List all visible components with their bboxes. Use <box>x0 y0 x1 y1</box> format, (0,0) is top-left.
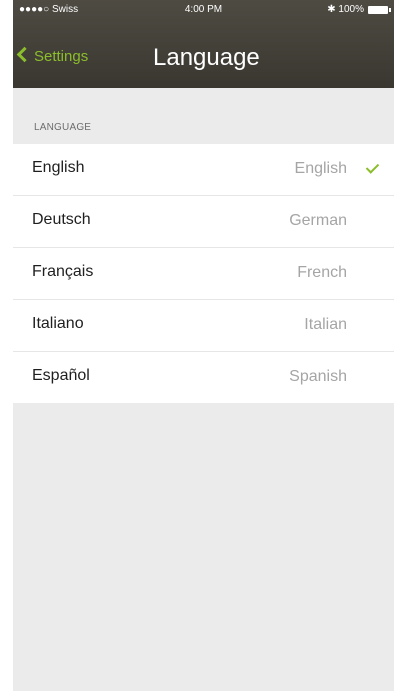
navigation-bar: ●●●●○ Swiss 4:00 PM ✱ 100% Settings Lang… <box>13 0 394 88</box>
language-native-name: Français <box>32 263 94 280</box>
language-english-name: German <box>289 212 347 229</box>
language-row-english[interactable]: English English <box>13 144 394 196</box>
page-title: Language <box>153 44 260 71</box>
language-row-italian[interactable]: Italiano Italian <box>13 300 394 352</box>
language-english-name: English <box>294 160 347 177</box>
status-bar: ●●●●○ Swiss 4:00 PM ✱ 100% <box>13 0 394 20</box>
chevron-left-icon <box>16 46 33 63</box>
language-english-name: Italian <box>304 316 347 333</box>
battery-percentage: ✱ 100% <box>327 4 364 15</box>
phone-screen: ●●●●○ Swiss 4:00 PM ✱ 100% Settings Lang… <box>13 0 394 691</box>
language-native-name: English <box>32 159 85 176</box>
language-native-name: Italiano <box>32 315 84 332</box>
back-button-label: Settings <box>34 48 89 65</box>
language-list: English English Deutsch German Français … <box>13 144 394 403</box>
language-english-name: Spanish <box>289 368 347 385</box>
language-native-name: Deutsch <box>32 211 91 228</box>
language-row-spanish[interactable]: Español Spanish <box>13 352 394 403</box>
back-button[interactable]: Settings <box>16 46 89 65</box>
language-row-french[interactable]: Français French <box>13 248 394 300</box>
section-header: LANGUAGE <box>34 122 92 133</box>
checkmark-icon <box>365 160 380 174</box>
language-row-german[interactable]: Deutsch German <box>13 196 394 248</box>
language-native-name: Español <box>32 367 90 384</box>
language-english-name: French <box>297 264 347 281</box>
battery-icon <box>368 6 391 14</box>
